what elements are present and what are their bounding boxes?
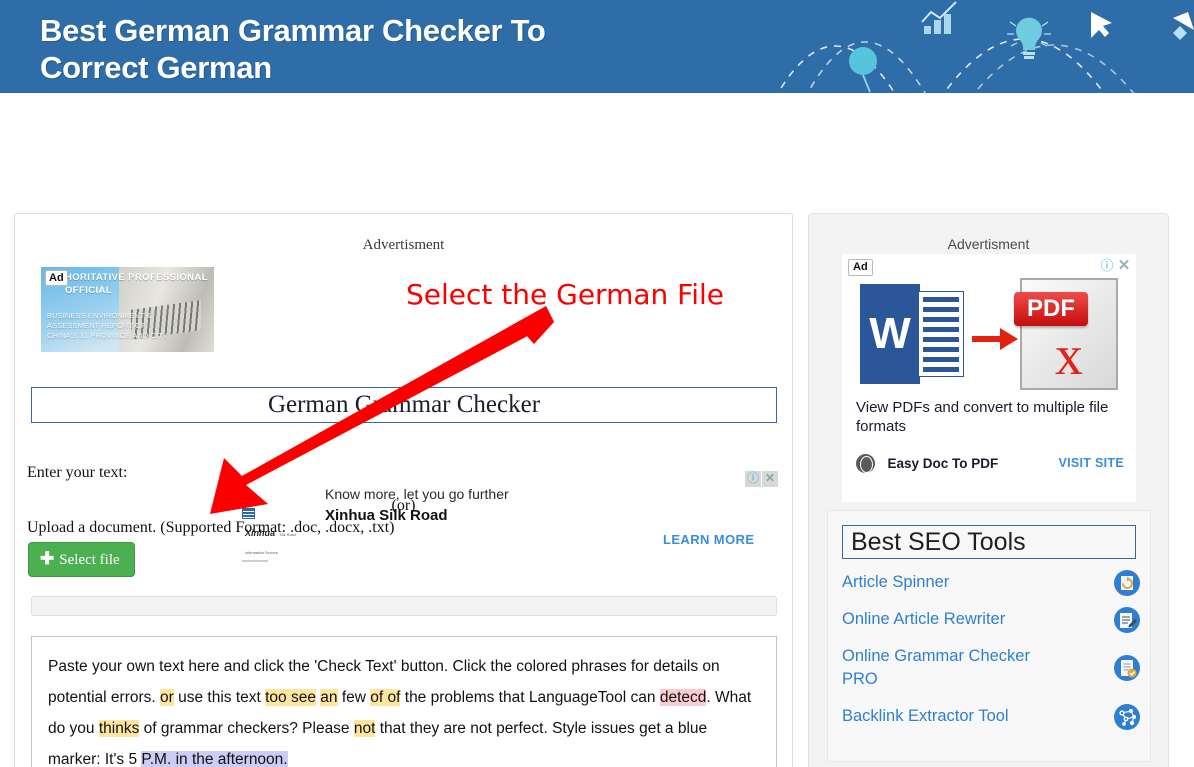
dashed-arc-right-2 xyxy=(973,44,1135,93)
sidebar-ad-visit-site-link[interactable]: VISIT SITE xyxy=(1058,456,1124,470)
select-file-button[interactable]: ✚ Select file xyxy=(28,542,135,577)
seo-tool-item[interactable]: Backlink Extractor Tool xyxy=(828,698,1150,735)
sidebar-panel: Advertisment Ad ⓘ ✕ W PDF x View PDFs and… xyxy=(808,213,1169,767)
acrobat-swirl-icon: x xyxy=(1055,325,1083,387)
seo-tool-item[interactable]: Online Grammar Checker PRO xyxy=(828,638,1150,698)
sidebar-ad-copy: View PDFs and convert to multiple file f… xyxy=(856,399,1109,435)
sidebar-ad-brand: Easy Doc To PDF xyxy=(887,456,999,471)
word-document-icon: W xyxy=(860,284,964,384)
highlight-yellow[interactable]: too see xyxy=(265,689,316,706)
highlight-yellow[interactable]: or xyxy=(160,689,174,706)
info-icon[interactable]: ⓘ xyxy=(745,471,761,487)
lightbulb-icon xyxy=(1007,17,1051,59)
book-check-icon[interactable] xyxy=(1114,655,1140,681)
triangle-icon xyxy=(1173,12,1194,30)
network-nodes-icon[interactable] xyxy=(1114,703,1140,730)
banner-decoration xyxy=(777,1,1194,93)
close-icon[interactable]: ✕ xyxy=(762,471,778,487)
highlight-yellow[interactable]: thinks xyxy=(98,720,140,737)
pdf-label: PDF xyxy=(1014,292,1088,326)
sidebar-advertisement[interactable]: Ad ⓘ ✕ W PDF x View PDFs and convert to m… xyxy=(842,254,1136,502)
info-icon[interactable]: ⓘ xyxy=(1099,258,1115,274)
balloon-icon xyxy=(849,47,877,93)
sidebar-advertisement-label: Advertisment xyxy=(947,236,1030,252)
seo-tools-list: Article Spinner Online Article Rewriter On… xyxy=(828,564,1150,735)
page-title-line-1: Best German Grammar Checker To xyxy=(40,13,546,48)
plus-icon: ✚ xyxy=(40,549,55,568)
sidebar-ad-badge: Ad xyxy=(848,259,873,276)
highlight-yellow[interactable]: not xyxy=(353,720,376,737)
highlight-yellow[interactable]: an xyxy=(320,689,338,706)
annotation-arrow-icon xyxy=(210,306,554,514)
sidebar-ad-controls[interactable]: ⓘ ✕ xyxy=(1098,257,1132,275)
ad-learn-more-link[interactable]: LEARN MORE xyxy=(663,532,754,547)
sidebar-ad-footer: Easy Doc To PDF VISIT SITE xyxy=(856,454,1126,473)
dashed-arc-left xyxy=(777,45,896,93)
page-header-banner: Best German Grammar Checker To Correct G… xyxy=(0,0,1194,93)
seo-tool-label[interactable]: Online Article Rewriter xyxy=(842,608,1062,631)
diamond-icon xyxy=(1173,26,1187,40)
text-segment: few xyxy=(337,689,371,706)
text-segment: the problems that LanguageTool can xyxy=(400,689,660,706)
seo-tool-label[interactable]: Backlink Extractor Tool xyxy=(842,705,1062,728)
annotation-label: Select the German File xyxy=(406,278,725,311)
page-root: Best German Grammar Checker To Correct G… xyxy=(0,0,1194,767)
page-title-line-2: Correct German xyxy=(40,50,272,85)
upload-progress-bar xyxy=(31,596,777,616)
text-input-content[interactable]: Paste your own text here and click the '… xyxy=(32,637,776,767)
ad-controls[interactable]: ⓘ ✕ xyxy=(744,469,778,487)
bar-chart-icon xyxy=(921,1,957,34)
seo-tools-title: Best SEO Tools xyxy=(851,528,1026,556)
seo-tool-label[interactable]: Online Grammar Checker PRO xyxy=(842,645,1062,691)
globe-icon xyxy=(856,454,875,473)
text-input-area[interactable]: Paste your own text here and click the '… xyxy=(31,636,777,767)
text-segment: of grammar checkers? Please xyxy=(139,720,354,737)
close-icon[interactable]: ✕ xyxy=(1116,258,1132,274)
word-lines xyxy=(918,291,964,377)
word-letter: W xyxy=(869,309,911,358)
highlight-yellow[interactable]: of of xyxy=(370,689,401,706)
pdf-document-icon: PDF x xyxy=(1014,278,1118,390)
ad-thumb-headline: HORITATIVE PROFESSIONAL OFFICIAL xyxy=(65,272,208,296)
right-arrow-icon xyxy=(972,328,1018,350)
xinhua-rule xyxy=(242,560,268,562)
seo-tools-title-box: Best SEO Tools xyxy=(842,525,1136,559)
enter-text-label: Enter your text: xyxy=(27,464,128,481)
seo-tool-item[interactable]: Article Spinner xyxy=(828,564,1150,601)
highlight-red[interactable]: detecd xyxy=(659,689,707,706)
advertisement-label: Advertisment xyxy=(362,237,445,253)
cursor-icon xyxy=(1091,12,1112,38)
ad-badge: Ad xyxy=(45,270,68,286)
document-pencil-icon[interactable] xyxy=(1114,606,1140,633)
best-seo-tools-card: Best SEO Tools Article Spinner Online Art… xyxy=(827,510,1151,762)
select-file-button-label: Select file xyxy=(59,552,120,568)
text-segment: use this text xyxy=(173,689,266,706)
spinner-circle-icon[interactable] xyxy=(1114,569,1140,596)
highlight-blue[interactable]: P.M. in the afternoon. xyxy=(141,751,288,767)
seo-tool-label[interactable]: Article Spinner xyxy=(842,571,1062,594)
page-title: Best German Grammar Checker To Correct G… xyxy=(40,12,740,86)
seo-tool-item[interactable]: Online Article Rewriter xyxy=(828,601,1150,638)
